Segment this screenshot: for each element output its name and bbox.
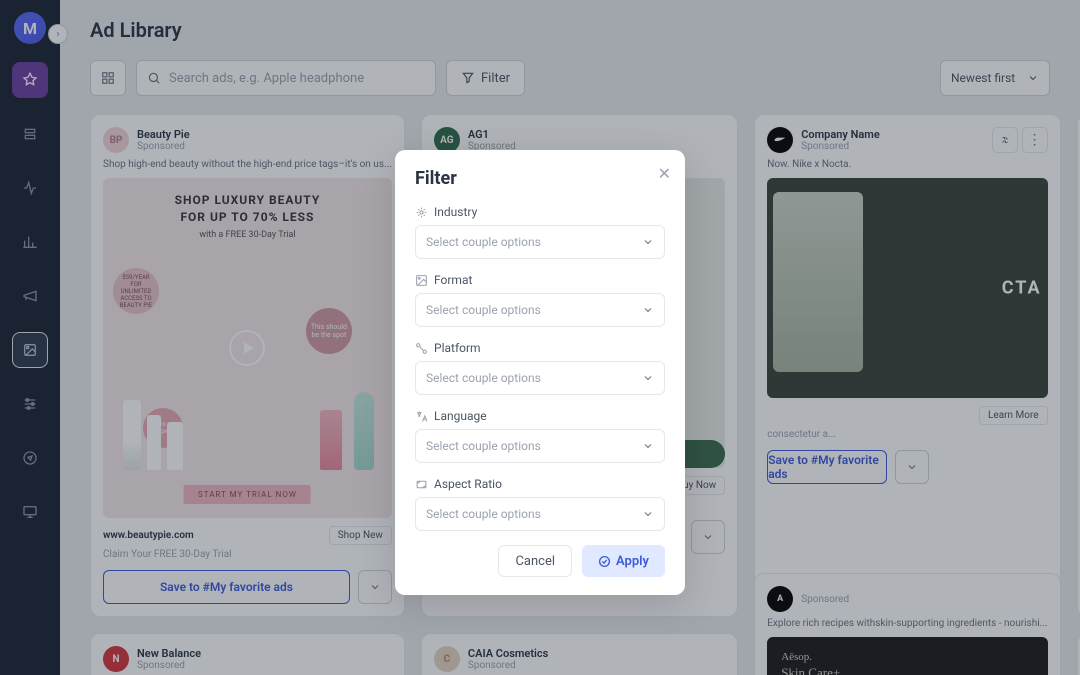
field-label: Industry xyxy=(434,205,477,219)
aspect-ratio-select[interactable]: Select couple options xyxy=(415,497,665,531)
industry-icon xyxy=(415,206,428,219)
language-select[interactable]: Select couple options xyxy=(415,429,665,463)
select-placeholder: Select couple options xyxy=(426,303,541,317)
platform-select[interactable]: Select couple options xyxy=(415,361,665,395)
select-placeholder: Select couple options xyxy=(426,507,541,521)
format-icon xyxy=(415,274,428,287)
field-label: Language xyxy=(434,409,487,423)
apply-button[interactable]: Apply xyxy=(582,545,665,577)
aspect-ratio-icon xyxy=(415,478,428,491)
modal-title: Filter xyxy=(415,168,665,189)
language-icon xyxy=(415,410,428,423)
close-button[interactable]: ✕ xyxy=(658,164,671,183)
industry-select[interactable]: Select couple options xyxy=(415,225,665,259)
apply-label: Apply xyxy=(616,554,649,569)
field-label: Aspect Ratio xyxy=(434,477,502,491)
field-label: Format xyxy=(434,273,472,287)
chevron-down-icon xyxy=(642,304,654,316)
field-label: Platform xyxy=(434,341,481,355)
cancel-button[interactable]: Cancel xyxy=(498,545,572,577)
select-placeholder: Select couple options xyxy=(426,235,541,249)
chevron-down-icon xyxy=(642,372,654,384)
chevron-down-icon xyxy=(642,236,654,248)
select-placeholder: Select couple options xyxy=(426,371,541,385)
check-icon xyxy=(598,555,611,568)
filter-modal: ✕ Filter Industry Select couple options … xyxy=(395,150,685,595)
select-placeholder: Select couple options xyxy=(426,439,541,453)
format-select[interactable]: Select couple options xyxy=(415,293,665,327)
platform-icon xyxy=(415,342,428,355)
chevron-down-icon xyxy=(642,508,654,520)
chevron-down-icon xyxy=(642,440,654,452)
